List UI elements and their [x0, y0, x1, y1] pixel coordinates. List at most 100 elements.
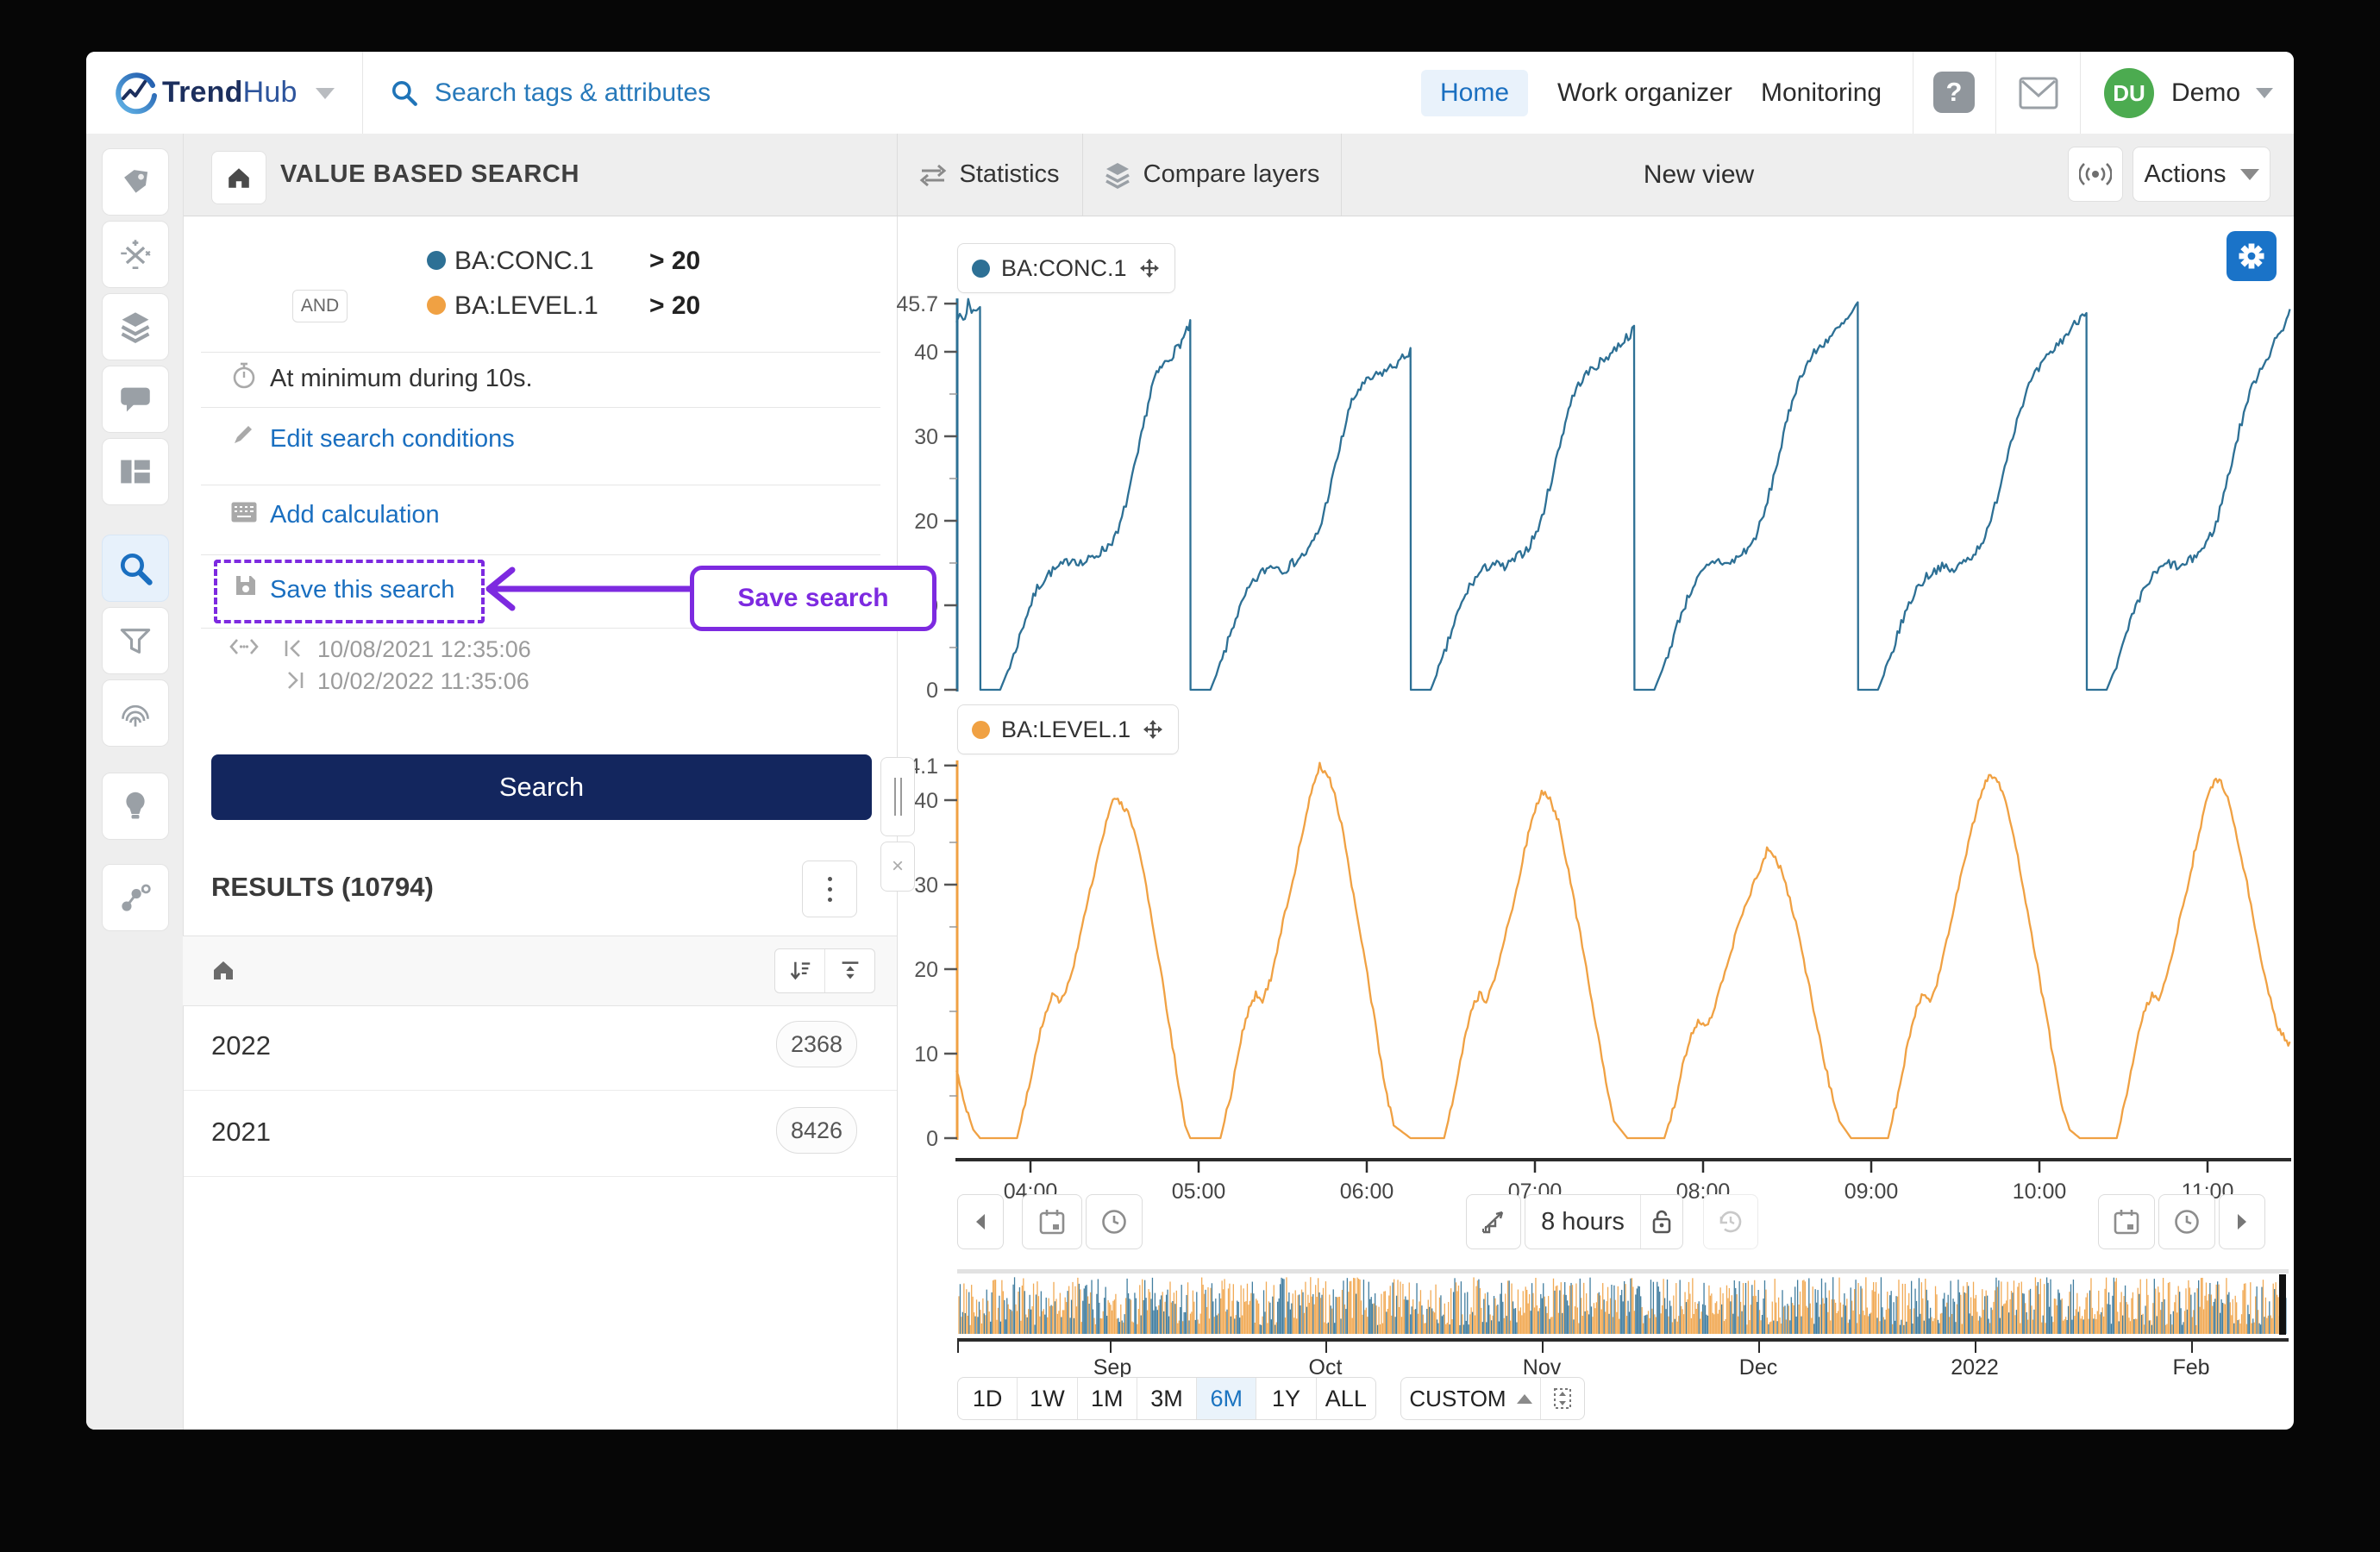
save-this-search-link[interactable]: Save this search	[270, 576, 454, 604]
rail-calculations-button[interactable]	[102, 221, 169, 288]
panel-close-button[interactable]: ×	[880, 842, 915, 892]
legend-color-dot	[972, 259, 990, 278]
rail-filter-button[interactable]	[102, 607, 169, 674]
range-1w-button[interactable]: 1W	[1017, 1378, 1076, 1419]
duration-lock[interactable]	[1640, 1195, 1682, 1248]
pan-right-button[interactable]	[2219, 1194, 2265, 1249]
history-reset-button[interactable]	[1703, 1194, 1758, 1249]
rail-context-button[interactable]	[102, 864, 169, 931]
pan-left-button[interactable]	[957, 1194, 1004, 1249]
axis-tick	[1758, 1342, 1760, 1353]
series-color-dot	[427, 251, 446, 270]
fit-range-button[interactable]	[1540, 1378, 1584, 1419]
range-1y-button[interactable]: 1Y	[1256, 1378, 1315, 1419]
custom-range-button[interactable]: CUSTOM	[1401, 1378, 1540, 1419]
compare-layers-button[interactable]: Compare layers	[1082, 134, 1341, 216]
range-1m-button[interactable]: 1M	[1076, 1378, 1137, 1419]
condition-tag: BA:LEVEL.1	[454, 291, 598, 320]
and-operator-chip[interactable]: AND	[292, 290, 348, 322]
set-end-time-button[interactable]	[2158, 1194, 2215, 1249]
logo-text-light: Hub	[242, 76, 298, 109]
home-column-icon	[214, 961, 233, 979]
range-1d-button[interactable]: 1D	[958, 1378, 1017, 1419]
mail-icon[interactable]	[2018, 76, 2059, 110]
time-range-buttons: 1D 1W 1M 3M 6M 1Y ALL	[957, 1377, 1376, 1420]
move-handle-icon[interactable]	[1138, 257, 1161, 279]
rail-search-button[interactable]	[102, 535, 169, 602]
collapse-icon	[842, 961, 858, 979]
value-search-icon	[120, 553, 153, 585]
range-3m-button[interactable]: 3M	[1136, 1378, 1196, 1419]
range-6m-button[interactable]: 6M	[1196, 1378, 1256, 1419]
lock-icon	[1652, 1210, 1671, 1234]
series-color-dot	[427, 296, 446, 315]
svg-text:40: 40	[914, 789, 938, 813]
search-button[interactable]: Search	[211, 754, 872, 820]
panel-divider	[201, 407, 880, 408]
header-divider	[1995, 52, 1996, 134]
set-start-date-button[interactable]	[1022, 1194, 1082, 1249]
edit-search-conditions-link[interactable]: Edit search conditions	[270, 425, 515, 454]
live-broadcast-button[interactable]	[2068, 147, 2123, 202]
chart-settings-button[interactable]	[2227, 231, 2277, 281]
save-icon	[236, 576, 255, 595]
rail-layers-button[interactable]	[102, 293, 169, 360]
nav-tab-work-organizer[interactable]: Work organizer	[1557, 52, 1732, 134]
layers-icon	[121, 312, 150, 343]
rail-dashboard-button[interactable]	[102, 438, 169, 505]
save-search-callout: Save search	[690, 566, 936, 631]
duration-label: 8 hours	[1541, 1207, 1625, 1236]
condition-operator: >	[649, 247, 665, 275]
nav-tab-home[interactable]: Home	[1421, 70, 1529, 116]
svg-text:30: 30	[914, 425, 938, 449]
results-menu-button[interactable]	[802, 860, 857, 917]
pencil-icon	[235, 426, 252, 443]
nav-work-organizer-label: Work organizer	[1557, 78, 1732, 107]
svg-text:45.7: 45.7	[897, 292, 938, 316]
legend-chip-conc[interactable]: BA:CONC.1	[957, 243, 1175, 293]
rail-fingerprint-button[interactable]	[102, 679, 169, 747]
axis-tick	[1325, 1342, 1327, 1353]
move-handle-icon[interactable]	[1142, 718, 1164, 741]
help-icon[interactable]: ?	[1933, 72, 1975, 113]
rail-ideas-button[interactable]	[102, 773, 169, 840]
range-all-button[interactable]: ALL	[1315, 1378, 1375, 1419]
set-start-time-button[interactable]	[1086, 1194, 1143, 1249]
chart-mode-button[interactable]	[1466, 1194, 1521, 1249]
app-window: TrendHub Home Work organizer Monitoring …	[86, 52, 2294, 1430]
condition-operator-value: > 20	[649, 247, 700, 276]
date-from: 10/08/2021 12:35:06	[317, 636, 531, 662]
set-end-date-button[interactable]	[2098, 1194, 2155, 1249]
avatar[interactable]: DU	[2104, 68, 2154, 118]
search-input[interactable]	[433, 77, 1040, 109]
overview-strip[interactable]	[957, 1269, 2289, 1335]
row-divider	[184, 1176, 897, 1177]
statistics-button[interactable]: Statistics	[897, 134, 1082, 216]
legend-chip-level[interactable]: BA:LEVEL.1	[957, 704, 1180, 754]
add-calculation-link[interactable]: Add calculation	[270, 501, 440, 529]
rail-comments-button[interactable]	[102, 366, 169, 433]
svg-text:40: 40	[914, 341, 938, 365]
legend-label: BA:CONC.1	[1001, 254, 1127, 281]
actions-button[interactable]: Actions	[2133, 147, 2270, 202]
logo-dropdown-caret-icon[interactable]	[316, 88, 335, 99]
nav-tab-monitoring[interactable]: Monitoring	[1761, 52, 1882, 134]
dashboard-icon	[121, 460, 150, 484]
panel-home-button[interactable]	[211, 151, 266, 204]
collapse-button[interactable]	[824, 949, 874, 992]
legend-color-dot	[972, 720, 990, 739]
gear-icon	[2239, 243, 2264, 269]
callout-arrow	[485, 566, 692, 611]
result-year: 2021	[211, 1117, 271, 1147]
duration-selector[interactable]: 8 hours	[1525, 1194, 1683, 1249]
svg-text:10:00: 10:00	[2013, 1180, 2067, 1204]
sort-button[interactable]	[775, 949, 824, 992]
user-menu[interactable]: Demo	[2171, 52, 2274, 134]
axis-year-label: 2022	[1951, 1355, 1999, 1380]
user-name: Demo	[2171, 78, 2241, 107]
chevron-right-icon	[2238, 1214, 2246, 1230]
rail-tags-button[interactable]	[102, 148, 169, 216]
tag-icon	[124, 170, 148, 193]
splitter-handle[interactable]	[880, 757, 915, 836]
comment-icon	[121, 387, 150, 412]
